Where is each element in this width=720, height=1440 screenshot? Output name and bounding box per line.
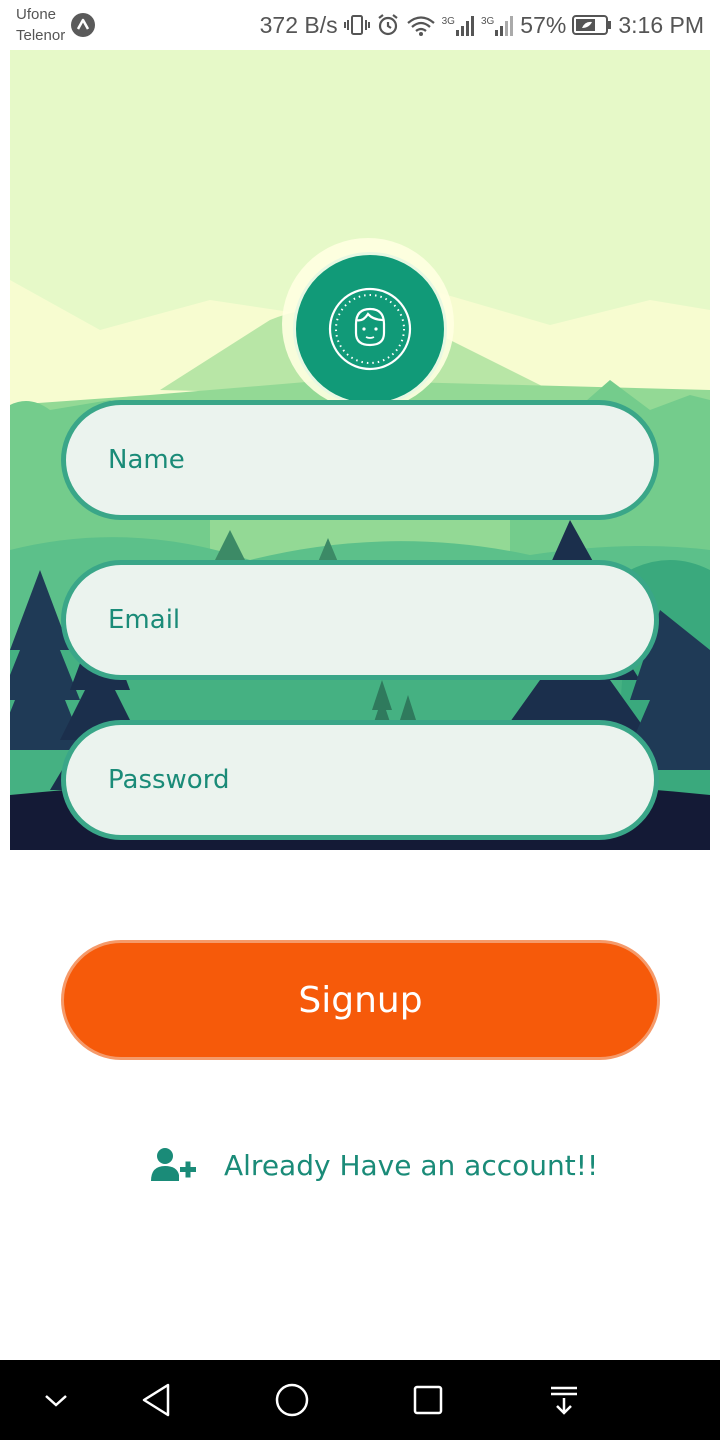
email-input[interactable] (108, 565, 608, 675)
email-field[interactable] (61, 560, 659, 680)
login-link[interactable]: Already Have an account!! (150, 1140, 598, 1190)
battery-icon (572, 14, 612, 36)
network-type-2: 3G (480, 16, 495, 27)
home-icon[interactable] (268, 1376, 316, 1424)
add-user-icon (151, 1148, 196, 1181)
network-speed: 372 B/s (259, 11, 338, 38)
password-input[interactable] (108, 725, 608, 835)
notifications-icon[interactable] (540, 1376, 588, 1424)
navigation-bar (0, 1360, 720, 1440)
battery-percentage: 57% (520, 11, 567, 38)
signup-button[interactable]: Signup (61, 940, 660, 1060)
chevron-down-icon[interactable] (32, 1376, 80, 1424)
signal-2-icon: 3G (481, 14, 514, 36)
carrier-2: Telenor (16, 27, 66, 44)
wifi-icon (406, 13, 436, 37)
alarm-icon (376, 13, 400, 37)
signal-1-icon: 3G (442, 14, 475, 36)
name-input[interactable] (108, 405, 608, 515)
status-indicators: 372 B/s 3G 3G 57% 3:16 PM (260, 8, 704, 42)
avatar[interactable] (293, 252, 447, 406)
network-type-1: 3G (441, 16, 455, 27)
vibrate-icon (343, 13, 370, 37)
clock: 3:16 PM (618, 11, 704, 38)
back-icon[interactable] (132, 1376, 180, 1424)
user-face-icon (328, 287, 412, 371)
login-link-label[interactable]: Already Have an account!! (224, 1149, 598, 1182)
name-field[interactable] (61, 400, 659, 520)
recents-icon[interactable] (404, 1376, 452, 1424)
password-field[interactable] (61, 720, 659, 840)
app-notification-icon (71, 13, 95, 37)
status-bar: Ufone Telenor 372 B/s 3G 3G 57% 3:16 PM (0, 0, 720, 50)
carrier-names: Ufone Telenor (16, 4, 65, 46)
carrier-1: Ufone (16, 6, 57, 23)
